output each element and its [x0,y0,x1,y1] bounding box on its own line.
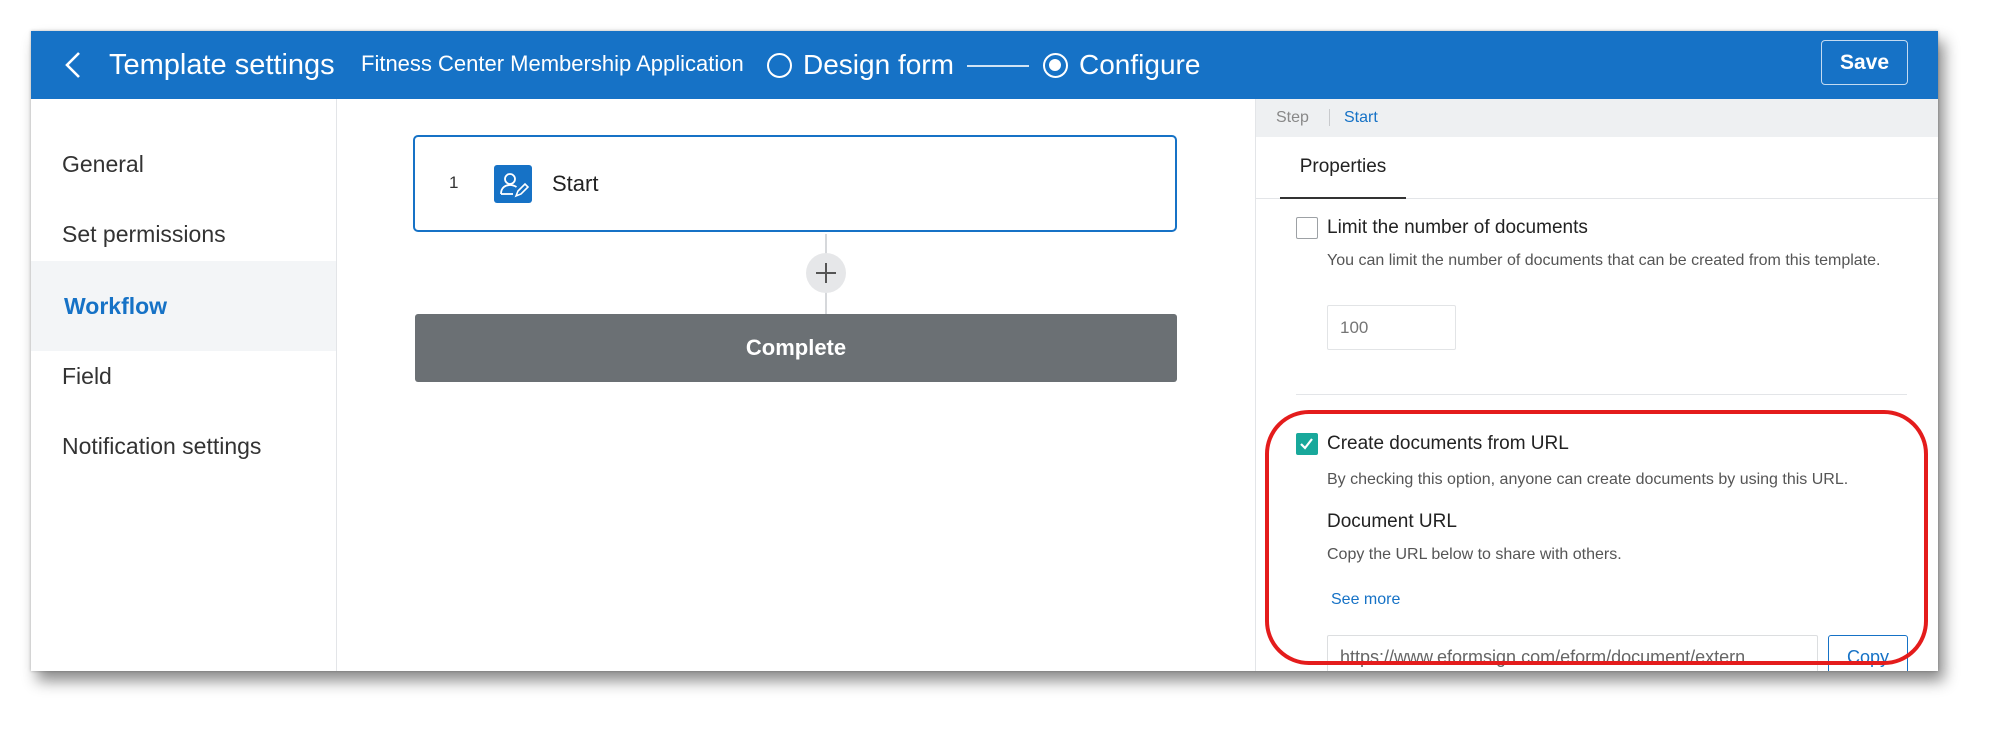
tab-properties[interactable]: Properties [1280,137,1406,199]
document-url-label: Document URL [1327,511,1457,532]
create-from-url-description: By checking this option, anyone can crea… [1327,471,1849,488]
app-window: Template settings Fitness Center Members… [31,31,1938,671]
settings-sidebar: General Set permissions Workflow Field N… [31,99,337,671]
breadcrumb-current: Start [1344,109,1378,126]
limit-documents-description: You can limit the number of documents th… [1327,252,1881,269]
checkmark-icon [1300,438,1313,450]
sidebar-item-notification-settings[interactable]: Notification settings [31,401,336,491]
workflow-canvas: 1 Start Complete [337,99,1255,671]
create-from-url-label: Create documents from URL [1327,433,1569,454]
copy-url-button[interactable]: Copy [1828,635,1908,671]
workflow-step-start[interactable]: 1 Start [413,135,1177,232]
form-name: Fitness Center Membership Application [361,51,744,76]
save-button[interactable]: Save [1821,40,1908,85]
top-header: Template settings Fitness Center Members… [31,31,1938,99]
step-configure[interactable]: Configure [1043,45,1200,85]
copy-url-hint: Copy the URL below to share with others. [1327,546,1622,563]
page-title: Template settings [109,49,335,81]
radio-selected-icon [1043,52,1068,78]
step-design-form[interactable]: Design form [767,45,954,85]
limit-documents-label: Limit the number of documents [1327,217,1588,238]
step-name: Start [552,171,599,196]
panel-tabs: Properties [1256,137,1938,199]
step-configure-label: Configure [1079,49,1201,80]
step-design-form-label: Design form [803,49,954,80]
radio-unselected-icon [767,52,792,78]
user-edit-icon [494,165,532,203]
breadcrumb-separator [1329,109,1330,126]
section-divider [1296,394,1907,395]
step-connector-line [967,65,1029,67]
document-url-field[interactable]: https://www.eformsign.com/eform/document… [1327,635,1818,671]
limit-documents-checkbox[interactable] [1296,217,1318,239]
properties-panel: Step Start Properties Limit the number o… [1255,99,1938,671]
breadcrumb: Step Start [1256,99,1938,137]
breadcrumb-step: Step [1276,109,1309,126]
limit-number-input[interactable] [1327,305,1456,350]
step-number: 1 [449,173,459,192]
plus-icon[interactable] [806,253,846,293]
back-arrow-icon[interactable] [57,47,93,83]
complete-step[interactable]: Complete [415,314,1177,382]
see-more-link[interactable]: See more [1331,589,1400,611]
create-from-url-checkbox[interactable] [1296,433,1318,455]
